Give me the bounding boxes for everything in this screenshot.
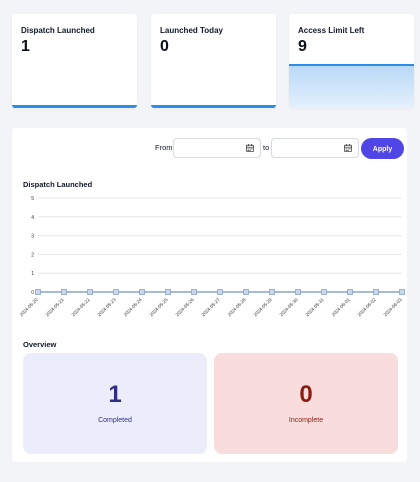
x-tick-label: 2024-05-25 — [149, 297, 169, 317]
to-date-input[interactable] — [271, 138, 359, 158]
y-tick-label: 4 — [31, 215, 34, 221]
data-point — [165, 289, 171, 295]
data-point — [191, 289, 197, 295]
stat-label: Access Limit Left — [298, 26, 365, 35]
y-tick-label: 1 — [31, 271, 34, 277]
from-date-input[interactable] — [173, 138, 261, 158]
data-point — [321, 289, 327, 295]
data-point — [243, 289, 249, 295]
x-tick-label: 2024-05-28 — [227, 297, 247, 317]
data-point — [373, 289, 379, 295]
data-point — [269, 289, 275, 295]
calendar-icon[interactable] — [344, 144, 352, 152]
calendar-icon[interactable] — [246, 144, 254, 152]
from-label: From — [155, 143, 173, 152]
apply-button[interactable]: Apply — [361, 138, 404, 159]
stat-label: Launched Today — [160, 26, 223, 35]
x-tick-label: 2024-05-27 — [201, 297, 221, 317]
data-point — [113, 289, 119, 295]
y-tick-label: 5 — [31, 196, 34, 202]
data-point — [399, 289, 405, 295]
x-tick-label: 2024-06-03 — [383, 297, 403, 317]
date-filter: From to Apply — [12, 138, 407, 159]
overview-title: Overview — [23, 340, 57, 349]
x-tick-label: 2024-05-20 — [19, 297, 39, 317]
data-point — [217, 289, 223, 295]
y-tick-label: 2 — [31, 252, 34, 258]
completed-card: 1 Completed — [23, 353, 207, 454]
incomplete-card: 0 Incomplete — [214, 353, 398, 454]
data-point — [347, 289, 353, 295]
data-point — [35, 289, 41, 295]
dispatch-panel: From to Apply Dispatch Launched 0 1 2 3 … — [12, 128, 407, 462]
x-tick-label: 2024-06-01 — [331, 297, 351, 317]
to-label: to — [263, 143, 270, 152]
stat-value: 9 — [298, 38, 307, 55]
x-tick-label: 2024-05-29 — [253, 297, 273, 317]
stat-value: 1 — [21, 38, 30, 55]
completed-label: Completed — [98, 417, 132, 424]
data-point — [295, 289, 301, 295]
stat-label: Dispatch Launched — [21, 26, 95, 35]
stat-value: 0 — [160, 38, 169, 55]
x-tick-label: 2024-05-30 — [279, 297, 299, 317]
x-tick-label: 2024-05-22 — [71, 297, 91, 317]
completed-count: 1 — [108, 381, 122, 408]
incomplete-label: Incomplete — [288, 417, 324, 424]
y-tick-label: 3 — [31, 234, 34, 240]
dispatch-line-chart: 0 1 2 3 4 5 2024-05-20 2024-05-21 2024-05-22 2024… — [19, 196, 405, 317]
incomplete-count: 0 — [299, 381, 313, 408]
x-tick-label: 2024-05-31 — [305, 297, 325, 317]
x-tick-label: 2024-05-24 — [123, 297, 143, 317]
x-tick-label: 2024-06-02 — [357, 297, 377, 317]
data-point — [61, 289, 67, 295]
x-tick-label: 2024-05-23 — [97, 297, 117, 317]
access-limit-level-fill — [289, 64, 414, 108]
x-tick-label: 2024-05-21 — [45, 297, 65, 317]
stat-card-launched-today: Launched Today 0 — [151, 14, 276, 108]
y-tick-label: 0 — [31, 290, 34, 296]
stat-card-access-limit-left: Access Limit Left 9 — [289, 14, 414, 108]
data-point — [87, 289, 93, 295]
data-point — [139, 289, 145, 295]
chart-title: Dispatch Launched — [23, 180, 93, 189]
x-tick-label: 2024-05-26 — [175, 297, 195, 317]
stat-card-dispatch-launched: Dispatch Launched 1 — [12, 14, 137, 108]
